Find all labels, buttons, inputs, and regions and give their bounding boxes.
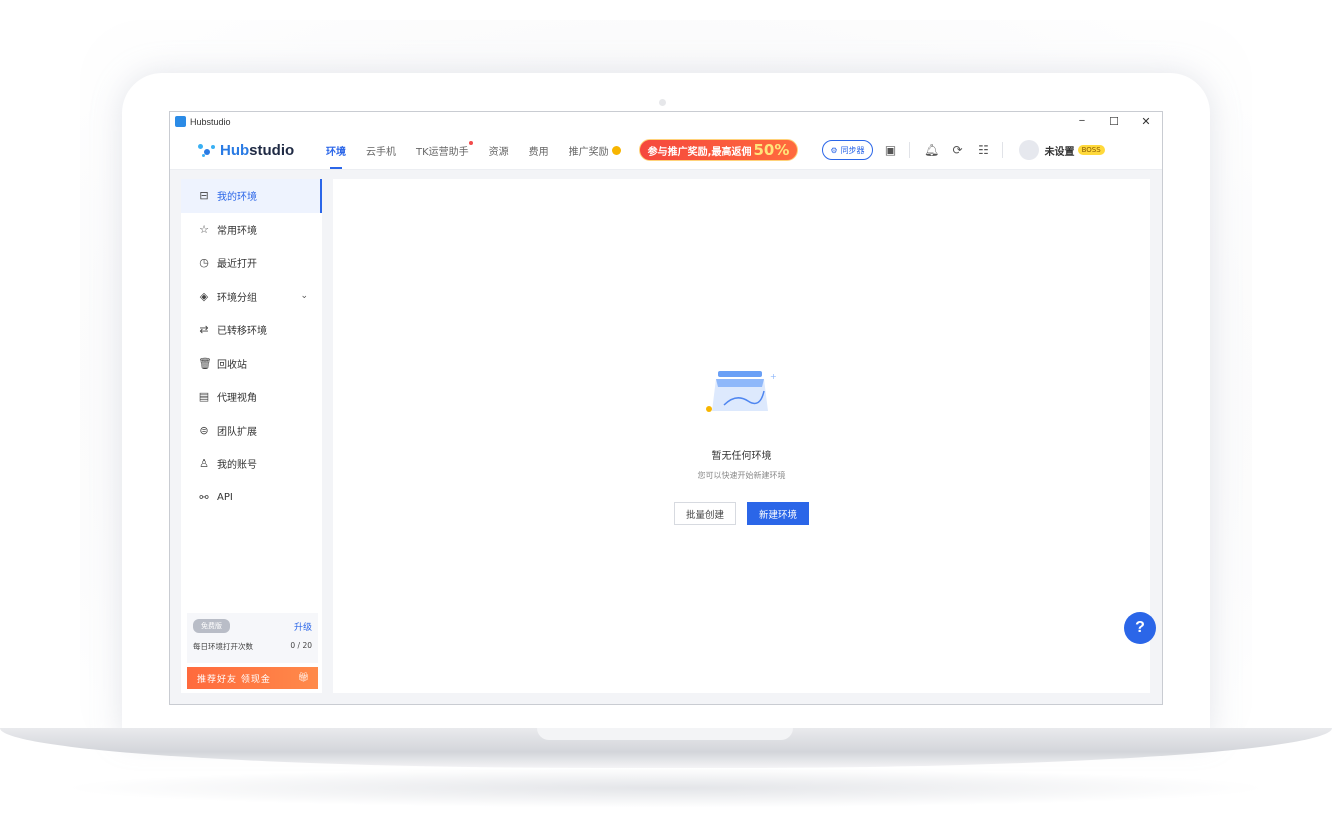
- avatar[interactable]: [1018, 140, 1039, 160]
- bell-icon[interactable]: 🔔︎: [924, 142, 940, 158]
- help-button[interactable]: ?: [1124, 612, 1156, 644]
- chevron-down-icon[interactable]: ⌄: [300, 291, 308, 301]
- sidebar-item-api[interactable]: ⚯ API: [181, 481, 322, 515]
- notification-dot-icon: [468, 141, 473, 145]
- brand-prefix: Hub: [220, 141, 250, 159]
- browser-icon: ⊟: [199, 189, 209, 203]
- base-shadow: [60, 768, 1272, 808]
- sync-button[interactable]: ⚙ 同步器: [822, 140, 873, 160]
- laptop-notch: [537, 728, 793, 740]
- main-content: + 暂无任何环境 您可以快速开始新建环境 批量创建 新建环境 ?: [333, 179, 1156, 693]
- app-body: ⊟ 我的环境 ☆ 常用环境 ◷ 最近打开 ◈ 环境分组 ⌄ ⇄ 已转移环境 🗑︎…: [170, 170, 1162, 704]
- tab-billing[interactable]: 费用: [529, 131, 549, 169]
- sidebar-item-team-extension[interactable]: ⊜ 团队扩展: [181, 414, 322, 448]
- referral-banner[interactable]: 推荐好友 领现金 🎁︎: [187, 667, 318, 689]
- sync-icon: ⚙: [830, 145, 838, 155]
- window-title: Hubstudio: [190, 116, 231, 127]
- brand-suffix: studio: [249, 141, 295, 159]
- tab-referral-rewards[interactable]: 推广奖励: [569, 131, 621, 169]
- gift-icon: 🎁︎: [297, 673, 310, 683]
- new-environment-button[interactable]: 新建环境: [747, 502, 810, 525]
- proxy-icon: ▤: [198, 390, 210, 404]
- tab-tk-assistant[interactable]: TK运营助手: [416, 131, 473, 169]
- clock-icon: ◷: [199, 256, 209, 270]
- svg-text:+: +: [770, 372, 777, 381]
- empty-title: 暂无任何环境: [711, 451, 772, 462]
- daily-open-count: 0 / 20: [290, 641, 312, 650]
- top-nav: 环境 云手机 TK运营助手 资源 费用 推广奖励: [326, 131, 641, 169]
- divider: [908, 142, 910, 158]
- user-icon: ♙: [199, 457, 209, 471]
- empty-subtitle: 您可以快速开始新建环境: [697, 471, 786, 480]
- brand-logo[interactable]: Hubstudio: [170, 142, 326, 159]
- trash-icon: 🗑︎: [198, 356, 212, 370]
- schedule-icon[interactable]: ☷: [976, 142, 992, 158]
- laptop-mockup: Hubstudio − ☐ ✕ Hubstudio 环境 云手机 TK运营助手 …: [0, 0, 1332, 835]
- title-bar: Hubstudio − ☐ ✕: [170, 112, 1162, 131]
- monitor-icon[interactable]: ▣: [883, 142, 899, 158]
- tab-cloud-phone[interactable]: 云手机: [366, 131, 396, 169]
- layers-icon: ◈: [199, 289, 209, 303]
- sidebar-item-proxy-view[interactable]: ▤ 代理视角: [181, 380, 322, 414]
- daily-open-label: 每日环境打开次数: [193, 642, 253, 651]
- api-icon: ⚯: [199, 490, 209, 504]
- sidebar: ⊟ 我的环境 ☆ 常用环境 ◷ 最近打开 ◈ 环境分组 ⌄ ⇄ 已转移环境 🗑︎…: [181, 179, 322, 693]
- upgrade-link[interactable]: 升级: [294, 620, 312, 633]
- camera-icon: [659, 99, 666, 106]
- sidebar-item-trash[interactable]: 🗑︎ 回收站: [181, 347, 322, 381]
- transfer-icon: ⇄: [199, 323, 209, 337]
- sidebar-item-transferred[interactable]: ⇄ 已转移环境: [181, 313, 322, 347]
- tab-resources[interactable]: 资源: [489, 131, 509, 169]
- plan-badge: BOSS: [1077, 145, 1105, 155]
- sidebar-item-account[interactable]: ♙ 我的账号: [181, 447, 322, 481]
- hub-logo-icon: [198, 142, 218, 158]
- empty-box-illustration: +: [704, 367, 780, 427]
- sidebar-item-recent[interactable]: ◷ 最近打开: [181, 246, 322, 280]
- sidebar-item-groups[interactable]: ◈ 环境分组 ⌄: [181, 280, 322, 314]
- maximize-button[interactable]: ☐: [1098, 115, 1130, 128]
- sidebar-item-my-environments[interactable]: ⊟ 我的环境: [181, 179, 322, 213]
- window-controls: − ☐ ✕: [1066, 115, 1162, 128]
- close-button[interactable]: ✕: [1130, 115, 1162, 128]
- batch-create-button[interactable]: 批量创建: [673, 502, 736, 525]
- app-logo-icon: [175, 116, 186, 127]
- star-icon: ☆: [199, 222, 209, 236]
- extension-icon: ⊜: [199, 423, 209, 437]
- minimize-button[interactable]: −: [1066, 115, 1098, 128]
- plan-card: 免费版 升级 每日环境打开次数 0 / 20: [187, 613, 318, 663]
- download-icon[interactable]: ⟳: [950, 142, 966, 158]
- sidebar-item-favorites[interactable]: ☆ 常用环境: [181, 213, 322, 247]
- promo-highlight: 50%: [753, 141, 790, 159]
- top-header: Hubstudio 环境 云手机 TK运营助手 资源 费用 推广奖励 参与推广奖…: [170, 131, 1162, 170]
- tab-environment[interactable]: 环境: [326, 131, 346, 169]
- promo-banner[interactable]: 参与推广奖励,最高返佣 50%: [638, 139, 799, 161]
- app-window: Hubstudio − ☐ ✕ Hubstudio 环境 云手机 TK运营助手 …: [169, 111, 1163, 705]
- plan-tier-badge: 免费版: [193, 619, 230, 633]
- divider: [1001, 142, 1003, 158]
- user-name[interactable]: 未设置: [1045, 143, 1075, 158]
- empty-state: + 暂无任何环境 您可以快速开始新建环境 批量创建 新建环境: [333, 367, 1150, 525]
- coin-icon: [611, 145, 621, 155]
